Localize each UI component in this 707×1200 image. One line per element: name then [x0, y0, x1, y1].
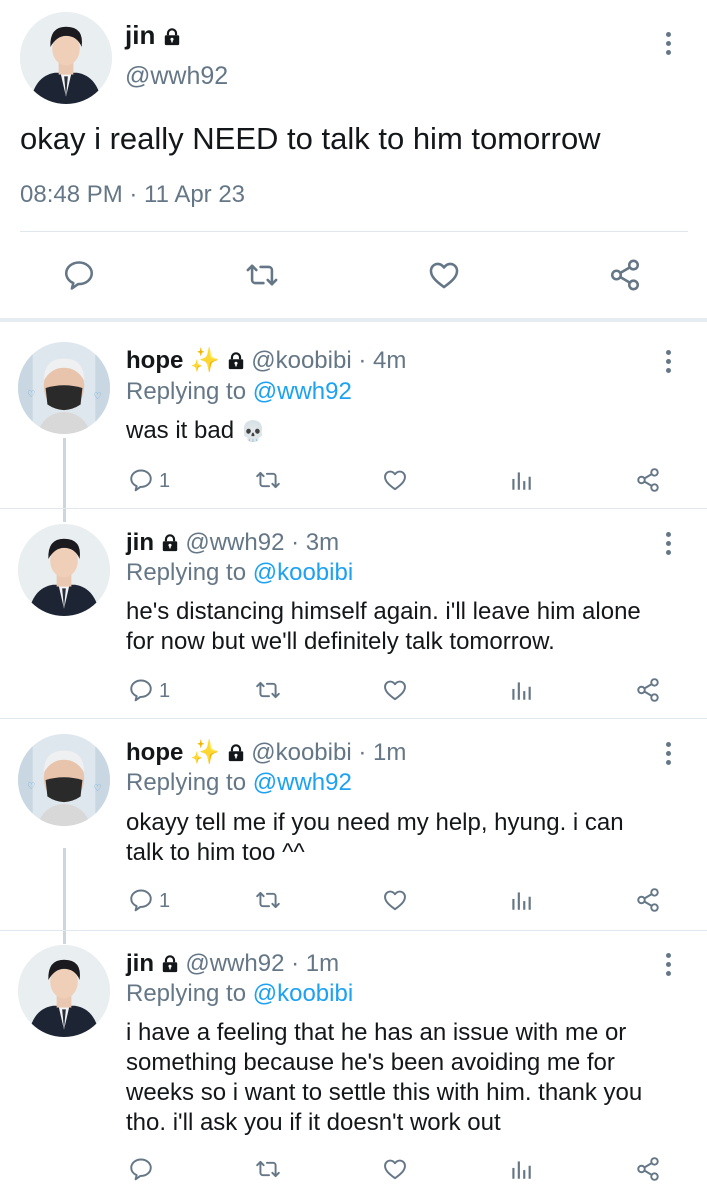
display-name[interactable]: jin	[126, 950, 154, 977]
lock-icon	[161, 955, 179, 973]
share-icon[interactable]	[635, 677, 661, 703]
replying-to: Replying to @wwh92	[126, 768, 352, 798]
divider	[20, 231, 688, 232]
main-tweet-text: okay i really NEED to talk to him tomorr…	[20, 121, 601, 156]
reply-text: i have a feeling that he has an issue wi…	[126, 1018, 642, 1138]
retweet-icon[interactable]	[254, 677, 282, 703]
divider	[0, 508, 707, 509]
retweet-icon[interactable]	[254, 887, 282, 913]
more-icon[interactable]	[664, 532, 672, 559]
divider	[0, 718, 707, 719]
reply-text-line: okayy tell me if you need my help, hyung…	[126, 809, 624, 836]
display-name: jin	[125, 20, 156, 50]
share-icon[interactable]	[635, 887, 661, 913]
reply-text-line: he's distancing himself again. i'll leav…	[126, 598, 641, 625]
more-icon[interactable]	[664, 953, 672, 980]
analytics-icon[interactable]	[508, 1156, 534, 1182]
reply-text-line: i have a feeling that he has an issue wi…	[126, 1019, 627, 1046]
handle[interactable]: @wwh92	[185, 529, 284, 556]
heart-icon[interactable]	[381, 1156, 409, 1182]
retweet-icon[interactable]	[254, 1156, 282, 1182]
lock-icon	[227, 352, 245, 370]
main-tweet-handle[interactable]: @wwh92	[125, 62, 228, 91]
lock-icon	[227, 744, 245, 762]
section-divider	[0, 318, 707, 322]
heart-icon[interactable]	[381, 467, 409, 493]
replying-label: Replying to	[126, 980, 247, 1007]
reply-icon[interactable]	[128, 677, 154, 703]
heart-icon[interactable]	[381, 887, 409, 913]
replying-to: Replying to @koobibi	[126, 979, 353, 1009]
display-name[interactable]: hope	[126, 347, 183, 374]
reply-text: he's distancing himself again. i'll leav…	[126, 597, 641, 657]
reply-time: · 3m	[291, 529, 340, 556]
replying-label: Replying to	[126, 378, 247, 405]
handle[interactable]: @wwh92	[185, 950, 284, 977]
handle[interactable]: @koobibi	[251, 347, 351, 374]
reply-avatar[interactable]	[18, 945, 110, 1037]
main-tweet-avatar[interactable]	[20, 12, 112, 104]
lock-icon	[163, 28, 181, 46]
reply-icon[interactable]	[128, 467, 154, 493]
analytics-icon[interactable]	[508, 677, 534, 703]
reply-avatar[interactable]	[18, 342, 110, 434]
divider	[0, 930, 707, 931]
handle[interactable]: @koobibi	[251, 739, 351, 766]
replying-label: Replying to	[126, 559, 247, 586]
more-icon[interactable]	[664, 350, 672, 377]
display-name[interactable]: jin	[126, 529, 154, 556]
share-icon[interactable]	[635, 1156, 661, 1182]
reply-icon[interactable]	[62, 258, 96, 292]
replying-label: Replying to	[126, 769, 247, 796]
replying-to: Replying to @wwh92	[126, 377, 352, 407]
replying-to-link[interactable]: @wwh92	[253, 378, 352, 405]
reply-avatar[interactable]	[18, 524, 110, 616]
heart-icon[interactable]	[426, 258, 462, 292]
reply-count: 1	[159, 890, 171, 912]
sparkles-emoji: ✨	[190, 739, 220, 766]
analytics-icon[interactable]	[508, 887, 534, 913]
reply-header: jin @wwh92 · 3m	[126, 528, 339, 558]
replying-to-link[interactable]: @wwh92	[253, 769, 352, 796]
more-icon[interactable]	[664, 742, 672, 769]
replying-to-link[interactable]: @koobibi	[253, 980, 353, 1007]
sparkles-emoji: ✨	[190, 347, 220, 374]
reply-time: · 1m	[358, 739, 407, 766]
analytics-icon[interactable]	[508, 467, 534, 493]
reply-text-line: for now but we'll definitely talk tomorr…	[126, 628, 555, 655]
replying-to: Replying to @koobibi	[126, 558, 353, 588]
share-icon[interactable]	[635, 467, 661, 493]
main-tweet-author[interactable]: jin	[125, 20, 181, 50]
reply-avatar[interactable]	[18, 734, 110, 826]
reply-header: hope ✨ @koobibi · 1m	[126, 738, 406, 768]
reply-icon[interactable]	[128, 1156, 154, 1182]
heart-icon[interactable]	[381, 677, 409, 703]
reply-text: was it bad 💀	[126, 416, 266, 447]
reply-header: hope ✨ @koobibi · 4m	[126, 346, 406, 376]
reply-header: jin @wwh92 · 1m	[126, 949, 339, 979]
replying-to-link[interactable]: @koobibi	[253, 559, 353, 586]
retweet-icon[interactable]	[244, 258, 280, 292]
reply-count: 1	[159, 470, 171, 492]
lock-icon	[161, 534, 179, 552]
reply-count: 1	[159, 680, 171, 702]
display-name[interactable]: hope	[126, 739, 183, 766]
retweet-icon[interactable]	[254, 467, 282, 493]
reply-text-line: tho. i'll ask you if it doesn't work out	[126, 1109, 501, 1136]
reply-time: · 1m	[291, 950, 340, 977]
reply-text-line: weeks so i want to settle this with him.…	[126, 1079, 643, 1106]
share-icon[interactable]	[608, 258, 642, 292]
skull-emoji: 💀	[240, 421, 266, 443]
reply-time: · 4m	[358, 347, 407, 374]
reply-text: okayy tell me if you need my help, hyung…	[126, 808, 624, 868]
more-icon[interactable]	[664, 32, 672, 59]
reply-text-content: was it bad	[126, 417, 235, 444]
reply-text-line: something because he's been avoiding me …	[126, 1049, 615, 1076]
reply-text-line: talk to him too ^^	[126, 839, 305, 866]
thread-line	[63, 438, 66, 522]
main-tweet-timestamp: 08:48 PM · 11 Apr 23	[20, 181, 246, 208]
reply-icon[interactable]	[128, 887, 154, 913]
